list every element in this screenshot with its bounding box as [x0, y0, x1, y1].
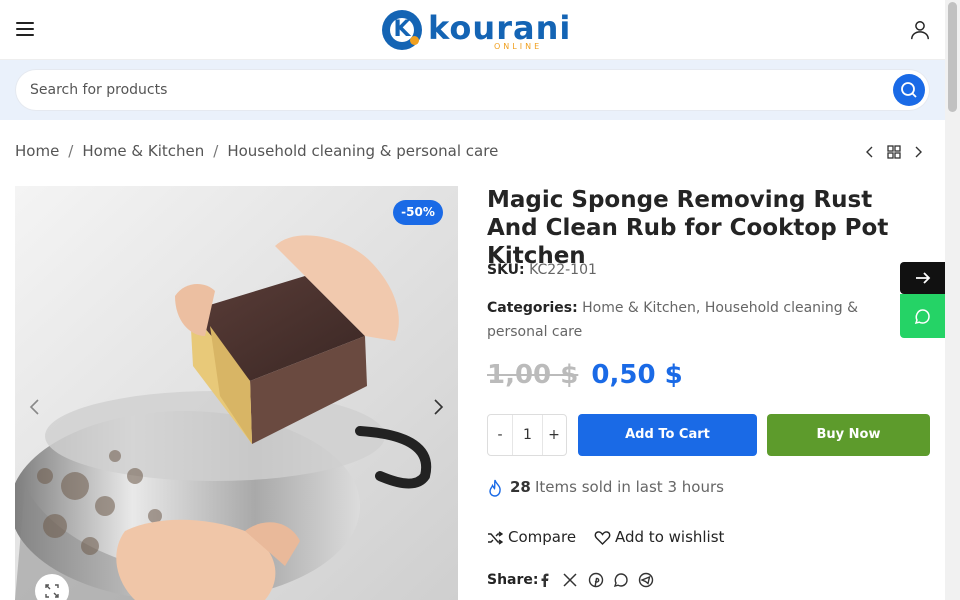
- price-new: 0,50 $: [591, 360, 683, 390]
- heart-icon: [594, 531, 611, 545]
- search-icon: [901, 82, 917, 98]
- breadcrumb-household-cleaning[interactable]: Household cleaning & personal care: [227, 142, 498, 160]
- sku-label: SKU:: [487, 262, 525, 278]
- sale-badge: -50%: [393, 200, 443, 225]
- telegram-icon[interactable]: [638, 572, 654, 588]
- product-categories: Categories: Home & Kitchen, Household cl…: [487, 300, 859, 340]
- expand-icon: [45, 584, 59, 598]
- product-sku: SKU: KC22-101: [487, 262, 597, 278]
- chevron-left-icon[interactable]: [862, 144, 878, 160]
- quantity-increase-button[interactable]: +: [542, 415, 566, 455]
- site-header: K kourani ONLINE: [0, 0, 945, 60]
- floating-next-button[interactable]: [900, 262, 945, 294]
- categories-label: Categories:: [487, 300, 578, 316]
- pinterest-icon[interactable]: [588, 572, 604, 588]
- grid-icon[interactable]: [886, 144, 902, 160]
- sold-count: 28: [510, 478, 531, 496]
- arrow-right-icon: [916, 272, 931, 284]
- breadcrumb-home-kitchen[interactable]: Home & Kitchen: [82, 142, 204, 160]
- category-link-home-kitchen[interactable]: Home & Kitchen: [582, 300, 696, 316]
- product-navigation: [862, 144, 928, 162]
- whatsapp-icon: [914, 309, 930, 325]
- sku-value: KC22-101: [529, 262, 597, 278]
- floating-whatsapp-button[interactable]: [900, 294, 945, 338]
- zoom-button[interactable]: [35, 574, 69, 600]
- breadcrumb-home[interactable]: Home: [15, 142, 59, 160]
- buy-now-button[interactable]: Buy Now: [767, 414, 930, 456]
- scrollbar-thumb[interactable]: [948, 2, 957, 112]
- search-box: [16, 70, 929, 110]
- product-price: 1,00 $ 0,50 $: [487, 360, 683, 396]
- chevron-right-icon[interactable]: [910, 144, 926, 160]
- wishlist-label: Add to wishlist: [615, 528, 725, 546]
- whatsapp-icon[interactable]: [613, 572, 629, 588]
- quantity-stepper: - +: [487, 414, 567, 456]
- compare-label: Compare: [508, 528, 577, 546]
- page-scrollbar[interactable]: [945, 0, 960, 600]
- quantity-decrease-button[interactable]: -: [488, 415, 512, 455]
- breadcrumb: Home / Home & Kitchen / Household cleaning &…: [15, 142, 498, 162]
- add-to-cart-button[interactable]: Add To Cart: [578, 414, 757, 456]
- hamburger-icon[interactable]: [16, 22, 34, 38]
- sold-text: Items sold in last 3 hours: [535, 478, 724, 496]
- site-logo[interactable]: K kourani ONLINE: [382, 8, 570, 52]
- breadcrumb-separator: /: [213, 142, 219, 160]
- quantity-input[interactable]: [512, 415, 543, 455]
- search-button[interactable]: [893, 74, 925, 106]
- price-old: 1,00 $: [487, 360, 579, 390]
- product-image[interactable]: [15, 186, 458, 600]
- breadcrumb-separator: /: [68, 142, 74, 160]
- product-title: Magic Sponge Removing Rust And Clean Rub…: [487, 187, 889, 269]
- product-photo: [15, 186, 458, 600]
- search-input[interactable]: [30, 70, 870, 110]
- logo-tagline: ONLINE: [494, 42, 543, 51]
- facebook-icon[interactable]: [537, 572, 553, 588]
- x-icon[interactable]: [562, 572, 578, 588]
- logo-mark: K: [382, 10, 422, 50]
- shuffle-icon: [488, 531, 503, 545]
- user-icon[interactable]: [909, 19, 931, 41]
- fire-icon: [489, 479, 501, 497]
- share-label: Share:: [487, 572, 539, 588]
- chevron-right-icon[interactable]: [431, 398, 445, 416]
- chevron-left-icon[interactable]: [28, 398, 42, 416]
